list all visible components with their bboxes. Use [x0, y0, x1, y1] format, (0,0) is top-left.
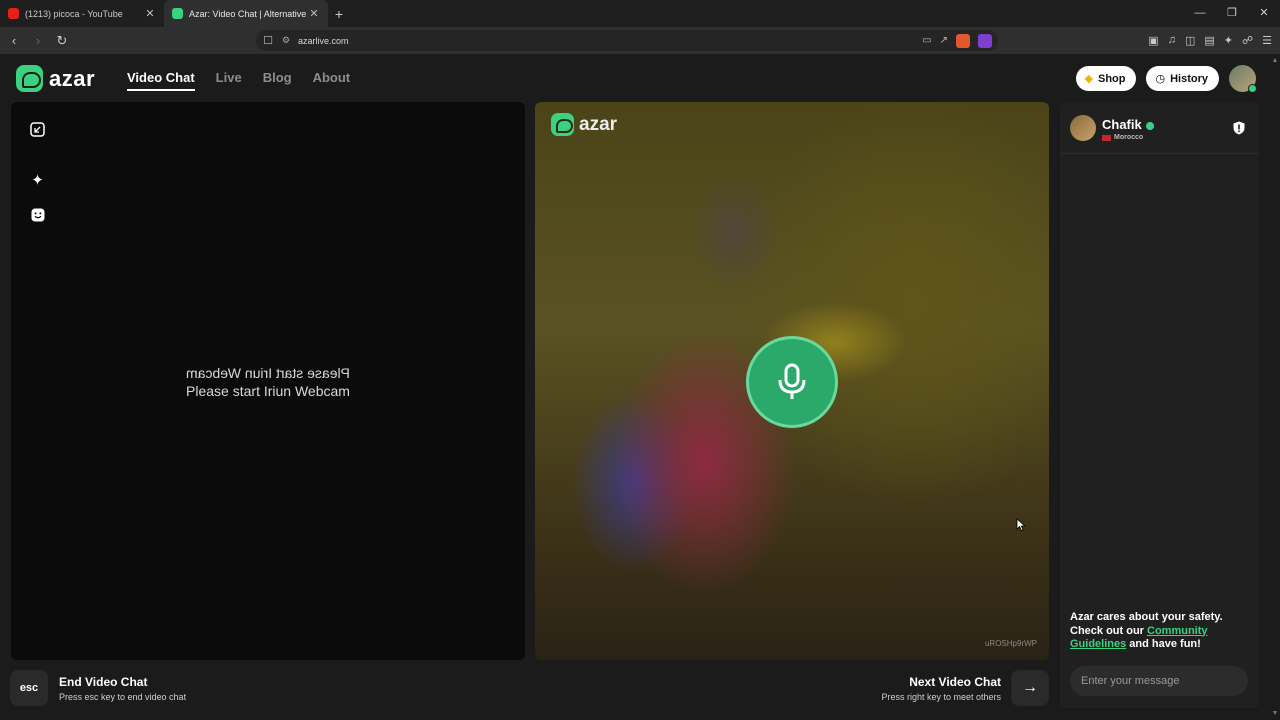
- browser-tab-bar: (1213) picoca - YouTube ✕ Azar: Video Ch…: [0, 0, 1280, 27]
- vpn-icon[interactable]: ☍: [1242, 34, 1253, 47]
- self-video-pane: ✦ Please start Iriun Webcam Please start…: [11, 102, 525, 660]
- azar-logo-icon: [551, 113, 574, 136]
- nav-live[interactable]: Live: [216, 70, 242, 91]
- video-logo-text: azar: [579, 113, 618, 135]
- peer-name-text: Chafik: [1102, 117, 1142, 132]
- wallet-card-icon[interactable]: ▤: [1204, 34, 1214, 47]
- next-chat-title: Next Video Chat: [909, 674, 1001, 689]
- tab-title: Azar: Video Chat | Alternative: [189, 8, 307, 19]
- azar-page: azar Video Chat Live Blog About ◆ Shop ◷…: [0, 54, 1280, 720]
- safety-text-end: and have fun!: [1126, 638, 1201, 650]
- header-actions: ◆ Shop ◷ History: [1075, 65, 1257, 93]
- logo-text: azar: [49, 65, 96, 91]
- new-tab-button[interactable]: +: [328, 6, 350, 22]
- close-window-button[interactable]: ✕: [1248, 0, 1280, 27]
- sidebar-icon[interactable]: ◫: [1185, 34, 1195, 47]
- mouse-cursor-icon: [1016, 518, 1026, 532]
- azar-logo-icon: [16, 65, 43, 92]
- microphone-icon: [778, 363, 806, 399]
- scroll-down-icon[interactable]: ▼: [1270, 710, 1280, 717]
- back-icon[interactable]: ‹: [4, 33, 24, 48]
- safety-notice: Azar cares about your safety. Check out …: [1070, 611, 1250, 652]
- verified-icon: [1145, 121, 1154, 130]
- next-chat-hint: Press right key to meet others: [881, 691, 1001, 702]
- next-chat-control: Next Video Chat Press right key to meet …: [881, 670, 1049, 706]
- tab-close-icon[interactable]: ✕: [144, 7, 156, 20]
- sticker-icon[interactable]: [30, 208, 45, 223]
- end-chat-button[interactable]: esc: [10, 670, 48, 706]
- reload-icon[interactable]: ↻: [52, 33, 72, 49]
- end-chat-control: esc End Video Chat Press esc key to end …: [10, 670, 186, 706]
- azar-favicon-icon: [172, 8, 183, 19]
- video-azar-logo: azar: [551, 113, 617, 136]
- morocco-flag-icon: [1102, 134, 1111, 141]
- peer-country: Morocco: [1102, 134, 1143, 141]
- address-bar[interactable]: ☐ ⚙ azarlive.com ▭ ↗: [256, 30, 998, 51]
- scroll-up-icon[interactable]: ▲: [1270, 57, 1280, 64]
- music-icon[interactable]: ♫: [1168, 34, 1176, 47]
- webcam-message: Please start Iriun Webcam Please start I…: [11, 364, 525, 400]
- user-avatar[interactable]: [1229, 65, 1257, 93]
- chat-panel: Chafik Morocco Azar cares about your saf…: [1060, 102, 1259, 708]
- menu-icon[interactable]: ☰: [1262, 34, 1272, 47]
- wallet-icon[interactable]: ▣: [1148, 34, 1158, 47]
- next-chat-button[interactable]: →: [1011, 670, 1049, 706]
- webcam-mirrored-text: Please start Iriun Webcam: [186, 365, 350, 381]
- peer-header: Chafik Morocco: [1060, 102, 1259, 154]
- leo-ai-icon[interactable]: ✦: [1224, 34, 1233, 47]
- history-label: History: [1170, 72, 1208, 85]
- restore-button[interactable]: ❐: [1216, 0, 1248, 27]
- nav-video-chat[interactable]: Video Chat: [127, 70, 195, 91]
- online-indicator: [1248, 84, 1257, 93]
- peer-country-text: Morocco: [1114, 134, 1144, 141]
- azar-logo[interactable]: azar: [16, 65, 95, 92]
- end-chat-title: End Video Chat: [59, 674, 148, 689]
- webcam-text: Please start Iriun Webcam: [186, 383, 350, 399]
- forward-icon[interactable]: ›: [28, 33, 48, 48]
- peer-name: Chafik: [1102, 117, 1154, 132]
- brave-shield-icon[interactable]: [956, 33, 970, 48]
- window-controls: — ❐ ✕: [1184, 0, 1280, 27]
- page-scrollbar[interactable]: ▲ ▼: [1270, 54, 1280, 720]
- tab-azar[interactable]: Azar: Video Chat | Alternative ✕: [164, 0, 328, 27]
- bookmark-icon[interactable]: ☐: [258, 34, 278, 47]
- url-text[interactable]: azarlive.com: [298, 36, 349, 46]
- youtube-icon: [8, 8, 19, 19]
- share-icon[interactable]: ↗: [940, 35, 948, 46]
- sparkle-effects-icon[interactable]: ✦: [30, 173, 45, 188]
- peer-avatar[interactable]: [1070, 115, 1096, 141]
- clock-icon: ◷: [1155, 73, 1166, 85]
- partner-video-pane: azar uROSHp9rWP: [535, 102, 1049, 660]
- message-input[interactable]: [1070, 666, 1248, 696]
- arrow-right-icon: →: [1022, 679, 1038, 696]
- nav-about[interactable]: About: [313, 70, 351, 91]
- history-button[interactable]: ◷ History: [1146, 66, 1219, 91]
- minimize-button[interactable]: —: [1184, 0, 1216, 27]
- report-shield-icon[interactable]: [1233, 121, 1245, 135]
- site-info-icon[interactable]: ⚙: [278, 35, 294, 46]
- rewards-icon[interactable]: [978, 33, 992, 48]
- video-watermark: uROSHp9rWP: [984, 639, 1037, 648]
- browser-tools: ▣ ♫ ◫ ▤ ✦ ☍ ☰: [1148, 34, 1272, 47]
- tab-title: (1213) picoca - YouTube: [25, 8, 123, 19]
- gem-icon: ◆: [1084, 73, 1093, 85]
- end-chat-hint: Press esc key to end video chat: [59, 691, 187, 702]
- browser-toolbar: ‹ › ↻ ☐ ⚙ azarlive.com ▭ ↗ ▣ ♫ ◫ ▤ ✦ ☍ ☰: [0, 27, 1280, 54]
- shop-button[interactable]: ◆ Shop: [1075, 66, 1137, 91]
- cast-icon[interactable]: ▭: [922, 35, 931, 46]
- main-nav: Video Chat Live Blog About: [127, 70, 350, 91]
- minimize-view-icon[interactable]: [30, 122, 45, 137]
- microphone-button[interactable]: [746, 336, 838, 428]
- tab-youtube[interactable]: (1213) picoca - YouTube ✕: [0, 0, 164, 27]
- nav-blog[interactable]: Blog: [263, 70, 292, 91]
- tab-close-icon[interactable]: ✕: [308, 7, 320, 20]
- shop-label: Shop: [1097, 72, 1126, 85]
- site-header: azar Video Chat Live Blog About ◆ Shop ◷…: [0, 54, 1270, 102]
